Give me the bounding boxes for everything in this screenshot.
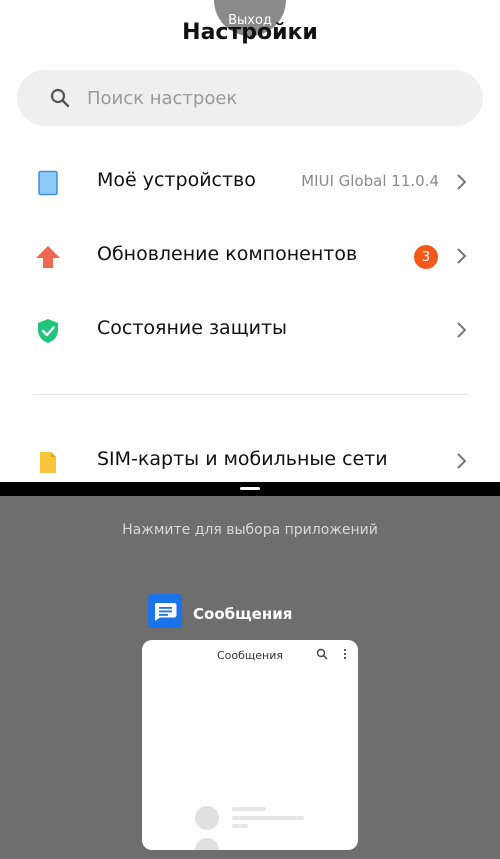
more-vert-icon	[343, 648, 347, 660]
app-picker-pane: Нажмите для выбора приложений Сообщения …	[0, 496, 500, 859]
placeholder-avatar	[195, 838, 219, 850]
split-drag-handle[interactable]	[240, 487, 260, 490]
settings-item-label: Моё устройство	[97, 169, 256, 191]
settings-item-my-device[interactable]: Моё устройство MIUI Global 11.0.4	[0, 154, 500, 210]
settings-item-label: SIM-карты и мобильные сети	[97, 448, 388, 470]
settings-item-protection-status[interactable]: Состояние защиты	[0, 302, 500, 358]
placeholder-line	[232, 807, 266, 811]
chevron-right-icon	[457, 322, 467, 338]
sim-card-icon	[40, 452, 56, 473]
split-screen-divider[interactable]	[0, 482, 500, 496]
page-title: Настройки	[182, 20, 318, 45]
update-count-badge: 3	[414, 245, 438, 269]
placeholder-line	[232, 824, 248, 828]
device-icon	[38, 170, 58, 196]
search-input[interactable]	[87, 70, 467, 126]
chevron-right-icon	[457, 453, 467, 469]
messages-app-icon[interactable]	[148, 594, 182, 628]
app-preview-card[interactable]: Сообщения	[142, 640, 358, 850]
settings-item-label: Состояние защиты	[97, 317, 288, 339]
search-icon	[50, 88, 70, 108]
app-picker-hint: Нажмите для выбора приложений	[122, 522, 378, 538]
placeholder-avatar	[195, 806, 219, 830]
placeholder-line	[232, 816, 304, 820]
settings-item-component-updates[interactable]: Обновление компонентов 3	[0, 228, 500, 284]
section-divider	[33, 394, 467, 395]
chevron-right-icon	[457, 174, 467, 190]
shield-check-icon	[38, 319, 58, 343]
miui-version: MIUI Global 11.0.4	[301, 172, 439, 190]
settings-item-label: Обновление компонентов	[97, 243, 358, 265]
upload-arrow-icon	[36, 246, 60, 268]
app-name[interactable]: Сообщения	[193, 605, 292, 623]
settings-pane: Выход Настройки Моё устройство MIUI Glob…	[0, 0, 500, 482]
settings-item-sim-cards[interactable]: SIM-карты и мобильные сети	[0, 433, 500, 482]
chevron-right-icon	[457, 248, 467, 264]
search-icon	[316, 648, 328, 660]
search-bar[interactable]	[17, 70, 483, 126]
